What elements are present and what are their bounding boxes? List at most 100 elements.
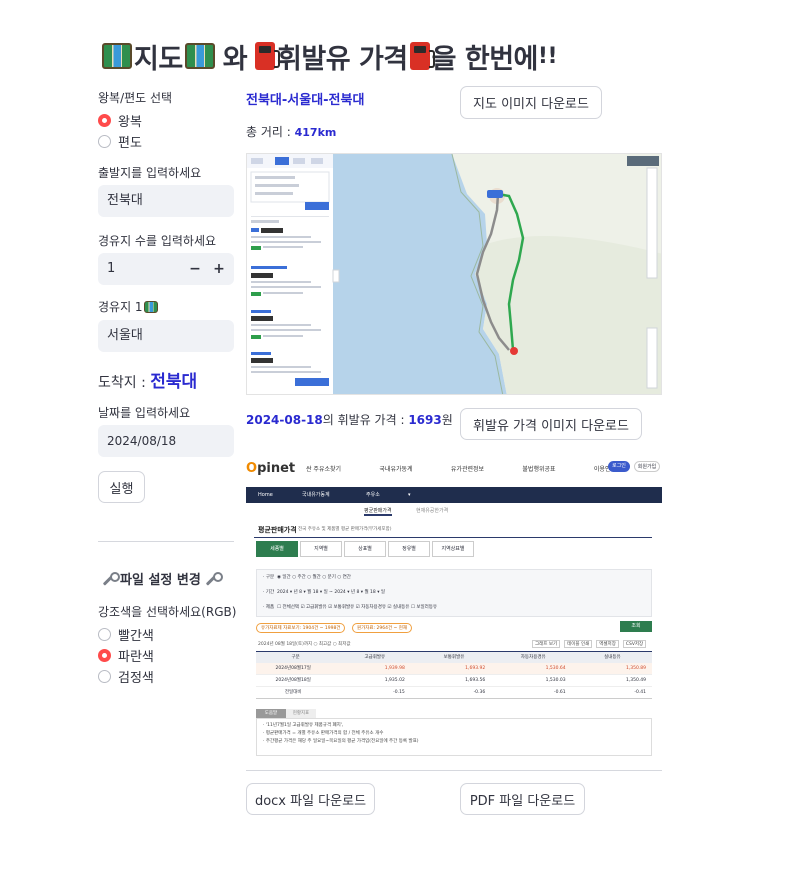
table-cell: 1,350.89 — [625, 666, 647, 671]
table-cell: -0.41 — [634, 690, 647, 695]
opinet-price-image: Opinet 싼 주유소찾기 국내유가동계 유가관련정보 불법행위공표 이용안내… — [246, 455, 662, 771]
price-label: 의 휘발유 가격 : — [322, 413, 409, 427]
origin-input[interactable]: 전북대 — [98, 185, 234, 217]
opinet-pill: 유가자료제 자료보기: 1904건 ~ 1998건 — [256, 623, 346, 633]
waypoint-1-label: 경유지 1 — [98, 298, 160, 315]
opinet-filter-box: · 구분 ◉ 일간 ○ 주간 ○ 월간 ○ 분기 ○ 연간 · 기간 2024 … — [256, 569, 652, 617]
opinet-filter-text: ☐ 전체선택 ☑ 고급휘발유 ☑ 보통휘발유 ☑ 자동차용경유 ☑ 실내등유 ☐… — [277, 605, 438, 610]
opinet-login: 로그인 — [608, 461, 630, 472]
table-cell: 1,530.64 — [545, 666, 566, 671]
radio-selected-icon — [98, 114, 111, 127]
divider — [254, 537, 652, 538]
opinet-nav-item: 불법행위공표 — [522, 466, 556, 473]
title-text-excl: !! — [537, 43, 558, 69]
docx-download-button[interactable]: docx 파일 다운로드 — [246, 783, 375, 815]
table-header: 구분 고급휘발유 보통휘발유 자동차용경유 실내등유 — [256, 651, 652, 663]
table-cell: 1,693.92 — [465, 666, 486, 671]
world-map-icon — [184, 43, 215, 69]
opinet-join: 회원가입 — [634, 461, 660, 472]
opinet-crumb-arrow: ▾ — [408, 492, 411, 498]
color-label: 강조색을 선택하세요(RGB) — [98, 605, 237, 619]
destination-label: 도착지 : — [98, 375, 151, 391]
run-button[interactable]: 실행 — [98, 471, 145, 503]
opinet-tab: 지역별 — [300, 541, 342, 557]
opinet-nav-item: 유가관련정보 — [450, 466, 485, 473]
radio-label: 왕복 — [118, 115, 142, 130]
radio-selected-icon — [98, 649, 111, 662]
radio-one-way[interactable]: 편도 — [98, 132, 142, 151]
date-input[interactable]: 2024/08/18 — [98, 425, 234, 457]
radio-unselected-icon — [98, 628, 111, 641]
opinet-filter-text: ◉ 일간 ○ 주간 ○ 월간 ○ 분기 ○ 연간 — [277, 575, 351, 580]
opinet-filter-label: · 기간 — [263, 590, 275, 595]
trip-type-label: 왕복/편도 선택 — [98, 91, 173, 105]
decrement-button[interactable]: − — [184, 253, 206, 285]
pdf-download-button[interactable]: PDF 파일 다운로드 — [460, 783, 585, 815]
map-download-button[interactable]: 지도 이미지 다운로드 — [460, 86, 602, 119]
table-cell: 전일대비 — [284, 690, 302, 695]
waypoint-1-label-text: 경유지 1 — [98, 300, 143, 314]
price-download-button[interactable]: 휘발유 가격 이미지 다운로드 — [460, 408, 642, 440]
opinet-note: · 평균판매가격 = 개별 주유소 판매가격의 합 / 전체 주유소 개수 — [263, 731, 384, 736]
world-map-icon — [102, 43, 132, 69]
opinet-tool: 엑셀저장 — [596, 640, 619, 648]
opinet-tool: CSV저장 — [622, 640, 647, 648]
opinet-crumb-home: Home — [258, 492, 273, 498]
opinet-note: · '11년7월1일 고급휘발유 제품규격 폐지', — [263, 723, 344, 728]
page-title: 지도 와 휘발유 가격 을 한번에 !! — [100, 36, 557, 76]
table-cell: -0.61 — [553, 690, 566, 695]
world-map-icon — [143, 300, 158, 313]
opinet-tab: 지역상표별 — [432, 541, 474, 557]
opinet-nav: 싼 주유소찾기 국내유가동계 유가관련정보 불법행위공표 이용안내 — [306, 464, 616, 473]
opinet-notes: · '11년7월1일 고급휘발유 제품규격 폐지', · 평균판매가격 = 개별… — [256, 718, 652, 756]
origin-label: 출발지를 입력하세요 — [98, 166, 202, 180]
distance-label: 총 거리 : — [246, 125, 295, 139]
opinet-logo: Opinet — [246, 461, 295, 476]
opinet-filter-row: · 기간 2024 ▾ 년 8 ▾ 월 18 ▾ 일 ~ 2024 ▾ 년 8 … — [263, 589, 385, 595]
radio-label: 빨간색 — [118, 629, 154, 644]
waypoint-count-stepper[interactable]: 1 − + — [98, 253, 234, 285]
opinet-note: · 주간평균 가격은 해당 주 일요일~목요일의 평균 가격입(전요일에 주간 … — [263, 739, 419, 744]
opinet-crumb: 주유소 — [366, 492, 380, 498]
waypoint-count-label: 경유지 수를 입력하세요 — [98, 234, 217, 248]
opinet-note-tab: 현황지표 — [286, 709, 316, 718]
radio-blue[interactable]: 파란색 — [98, 646, 154, 665]
opinet-crumb: 국내유가동계 — [302, 492, 330, 498]
route-map-image — [246, 153, 662, 395]
opinet-filter-row: · 제품 ☐ 전체선택 ☑ 고급휘발유 ☑ 보통휘발유 ☑ 자동차용경유 ☑ 실… — [263, 604, 437, 610]
table-cell: 2024년08월17일 — [275, 666, 311, 671]
opinet-table-caption: 2024년 08월 18일(토)까지 ○ 최고값 ○ 최저값 — [258, 642, 351, 647]
increment-button[interactable]: + — [208, 253, 230, 285]
radio-red[interactable]: 빨간색 — [98, 625, 154, 644]
wrench-icon — [205, 571, 223, 586]
radio-black[interactable]: 검정색 — [98, 667, 154, 686]
opinet-breadcrumb: Home 국내유가동계 주유소 ▾ — [246, 487, 662, 503]
opinet-section-title: 평균판매가격 — [258, 526, 297, 534]
table-cell: 1,350.49 — [625, 678, 647, 683]
opinet-filter-label: · 구분 — [263, 575, 275, 580]
table-header-cell: 자동차용경유 — [520, 655, 546, 660]
waypoint-count-value[interactable]: 1 — [107, 261, 115, 276]
radio-round-trip[interactable]: 왕복 — [98, 111, 142, 130]
opinet-pill: 원가자료: 2964건 ~ 현재 — [352, 623, 413, 633]
radio-label: 편도 — [118, 136, 142, 151]
table-cell: 1,935.02 — [384, 678, 405, 683]
table-cell: 1,693.56 — [465, 678, 486, 683]
settings-title-text: 파일 설정 변경 — [120, 573, 201, 588]
table-header-cell: 고급휘발유 — [364, 655, 386, 660]
table-cell: -0.36 — [473, 690, 486, 695]
opinet-logo-o: O — [246, 461, 258, 476]
opinet-filter-row: · 구분 ◉ 일간 ○ 주간 ○ 월간 ○ 분기 ○ 연간 — [263, 574, 351, 580]
opinet-note-tabs: 도움말 현황지표 — [256, 709, 316, 718]
waypoint-1-input[interactable]: 서울대 — [98, 320, 234, 352]
map-screenshot — [247, 154, 661, 394]
opinet-price-table: 구분 고급휘발유 보통휘발유 자동차용경유 실내등유 2024년08월17일 1… — [256, 651, 652, 699]
opinet-tabs: 세종별 지역별 상표별 정유별 지역상표별 — [256, 541, 474, 557]
price-date: 2024-08-18 — [246, 413, 323, 427]
title-text-and: 와 — [222, 43, 248, 75]
table-header-cell: 실내등유 — [604, 655, 621, 660]
opinet-filter-text: 2024 ▾ 년 8 ▾ 월 18 ▾ 일 ~ 2024 ▾ 년 8 ▾ 월 1… — [277, 590, 386, 595]
opinet-tab: 세종별 — [256, 541, 298, 557]
divider — [98, 541, 234, 542]
table-row: 2024년08월17일 1,939.98 1,693.92 1,530.64 1… — [256, 663, 652, 675]
